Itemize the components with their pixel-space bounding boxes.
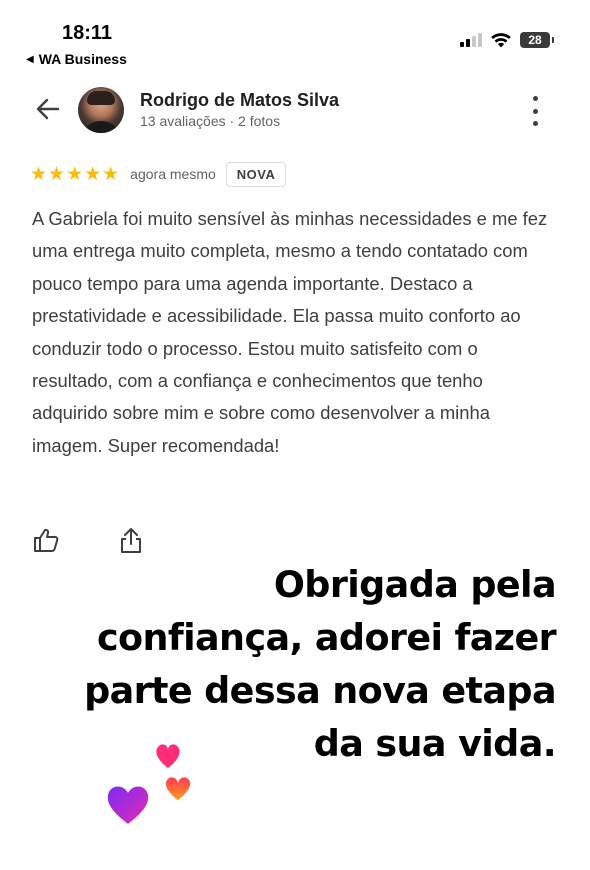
status-icons: 28 [460,32,554,48]
battery-icon: 28 [520,32,554,48]
reviewer-name[interactable]: Rodrigo de Matos Silva [140,90,339,111]
back-arrow-icon[interactable] [34,95,62,123]
back-triangle-icon: ◀ [26,53,34,65]
star-rating: ★★★★★ [30,163,121,185]
review-header: Rodrigo de Matos Silva 13 avaliações · 2… [0,80,590,140]
share-icon[interactable] [118,526,144,554]
back-to-app-link[interactable]: ◀ WA Business [26,51,127,67]
cellular-signal-icon [460,33,482,47]
review-text: A Gabriela foi muito sensível às minhas … [32,208,548,456]
status-time: 18:11 [62,22,113,44]
hearts-sticker-icon [107,744,191,824]
overlay-line: parte dessa nova etapa [84,669,557,712]
rating-row: ★★★★★ agora mesmo NOVA [30,160,287,188]
story-overlay-text: Obrigada pela confiança, adorei fazer pa… [36,558,557,770]
back-app-label: WA Business [38,51,127,67]
review-actions [32,525,144,555]
thumb-up-icon[interactable] [32,526,60,554]
overlay-line: confiança, adorei fazer [96,616,557,659]
overlay-line: Obrigada pela [273,563,557,606]
status-bar: 18:11 ◀ WA Business 28 [0,0,590,70]
reviewer-avatar[interactable] [78,87,124,133]
more-vert-icon[interactable] [527,96,543,126]
new-badge: NOVA [225,161,287,187]
review-time: agora mesmo [130,166,216,182]
wifi-icon [491,33,511,48]
reviewer-meta: 13 avaliações · 2 fotos [140,113,281,129]
